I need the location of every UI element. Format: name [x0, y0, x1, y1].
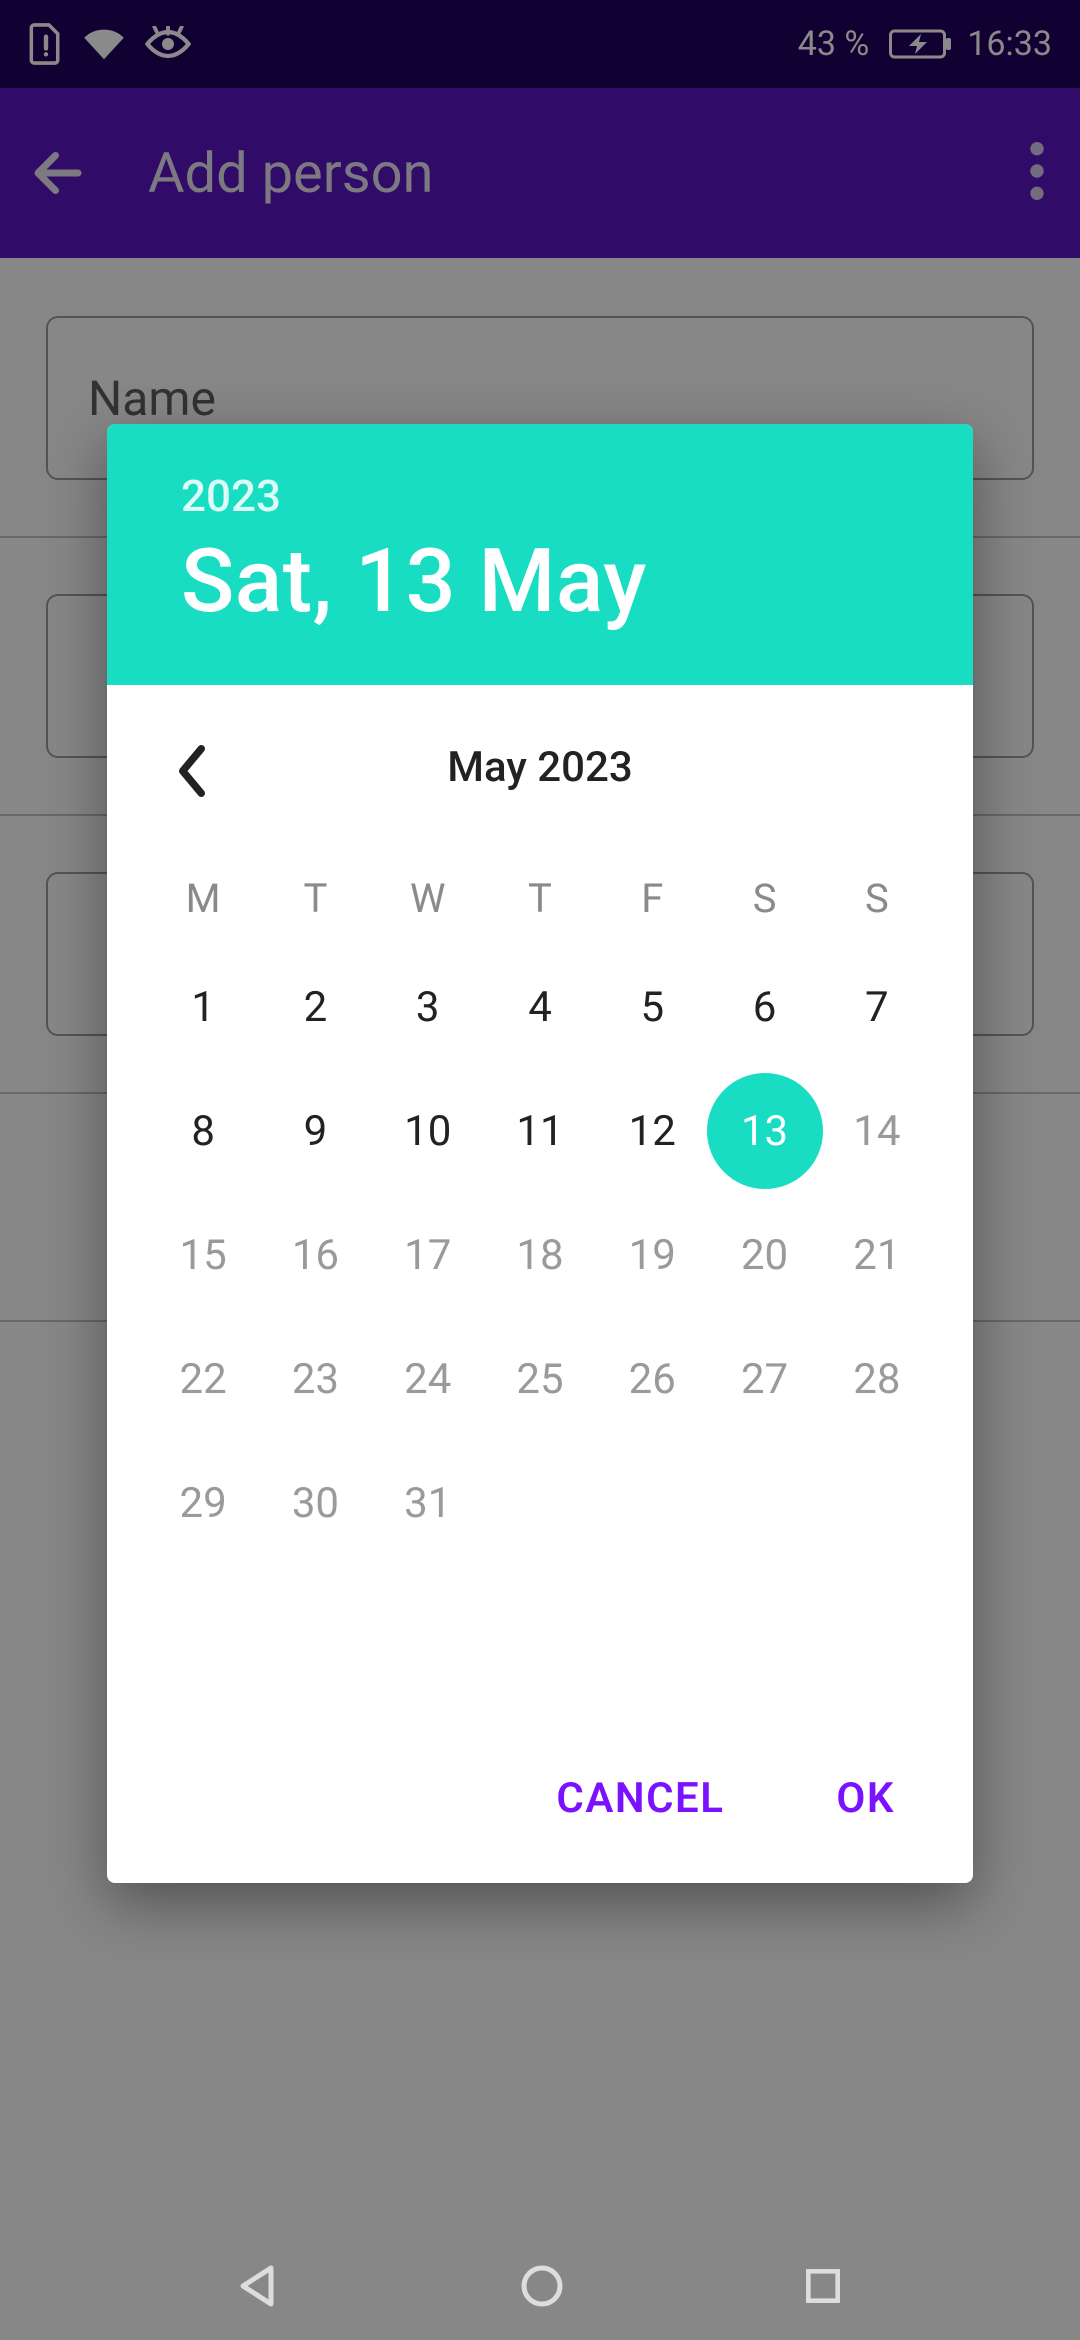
day-cell[interactable]: 13 [708, 1092, 820, 1170]
day-cell-empty [484, 1464, 596, 1542]
day-cell[interactable]: 8 [147, 1092, 259, 1170]
day-cell[interactable]: 5 [596, 968, 708, 1046]
dialog-headline-date[interactable]: Sat, 13 May [181, 530, 899, 633]
day-cell[interactable]: 30 [259, 1464, 371, 1542]
day-cell[interactable]: 1 [147, 968, 259, 1046]
weekday-header: W [372, 875, 484, 922]
day-cell-empty [708, 1464, 820, 1542]
day-cell[interactable]: 9 [259, 1092, 371, 1170]
day-cell[interactable]: 23 [259, 1340, 371, 1418]
day-cell[interactable]: 4 [484, 968, 596, 1046]
nav-home-icon[interactable] [518, 2262, 566, 2310]
day-cell[interactable]: 24 [372, 1340, 484, 1418]
day-cell[interactable]: 18 [484, 1216, 596, 1294]
weekday-header: T [259, 875, 371, 922]
day-cell[interactable]: 6 [708, 968, 820, 1046]
day-cell[interactable]: 11 [484, 1092, 596, 1170]
nav-recent-icon[interactable] [801, 2264, 845, 2308]
day-cell[interactable]: 15 [147, 1216, 259, 1294]
system-nav-bar [0, 2232, 1080, 2340]
day-cell[interactable]: 19 [596, 1216, 708, 1294]
day-cell-empty [596, 1464, 708, 1542]
day-cell[interactable]: 22 [147, 1340, 259, 1418]
nav-back-icon[interactable] [235, 2262, 283, 2310]
day-cell[interactable]: 20 [708, 1216, 820, 1294]
prev-month-button[interactable] [147, 725, 237, 817]
day-cell-empty [821, 1464, 933, 1542]
day-cell[interactable]: 12 [596, 1092, 708, 1170]
day-cell[interactable]: 14 [821, 1092, 933, 1170]
dialog-year[interactable]: 2023 [181, 470, 899, 522]
dialog-header: 2023 Sat, 13 May [107, 424, 973, 685]
month-label[interactable]: May 2023 [447, 743, 633, 792]
day-cell[interactable]: 10 [372, 1092, 484, 1170]
day-cell[interactable]: 27 [708, 1340, 820, 1418]
dialog-actions: CANCEL OK [107, 1730, 973, 1883]
day-cell[interactable]: 17 [372, 1216, 484, 1294]
day-cell[interactable]: 29 [147, 1464, 259, 1542]
weekday-header: S [821, 875, 933, 922]
weekday-header: F [596, 875, 708, 922]
day-cell[interactable]: 3 [372, 968, 484, 1046]
day-cell[interactable]: 28 [821, 1340, 933, 1418]
date-picker-dialog: 2023 Sat, 13 May May 2023 MTWTFSS1234567… [107, 424, 973, 1883]
dialog-body: May 2023 MTWTFSS123456789101112131415161… [107, 685, 973, 1730]
weekday-header: T [484, 875, 596, 922]
calendar-grid: MTWTFSS123456789101112131415161718192021… [147, 875, 933, 1542]
day-cell[interactable]: 7 [821, 968, 933, 1046]
month-row: May 2023 [147, 717, 933, 817]
day-cell[interactable]: 25 [484, 1340, 596, 1418]
ok-button[interactable]: OK [828, 1758, 903, 1839]
day-cell[interactable]: 16 [259, 1216, 371, 1294]
day-cell[interactable]: 21 [821, 1216, 933, 1294]
day-cell[interactable]: 26 [596, 1340, 708, 1418]
day-cell[interactable]: 2 [259, 968, 371, 1046]
weekday-header: S [708, 875, 820, 922]
day-cell[interactable]: 31 [372, 1464, 484, 1542]
weekday-header: M [147, 875, 259, 922]
cancel-button[interactable]: CANCEL [548, 1758, 732, 1839]
